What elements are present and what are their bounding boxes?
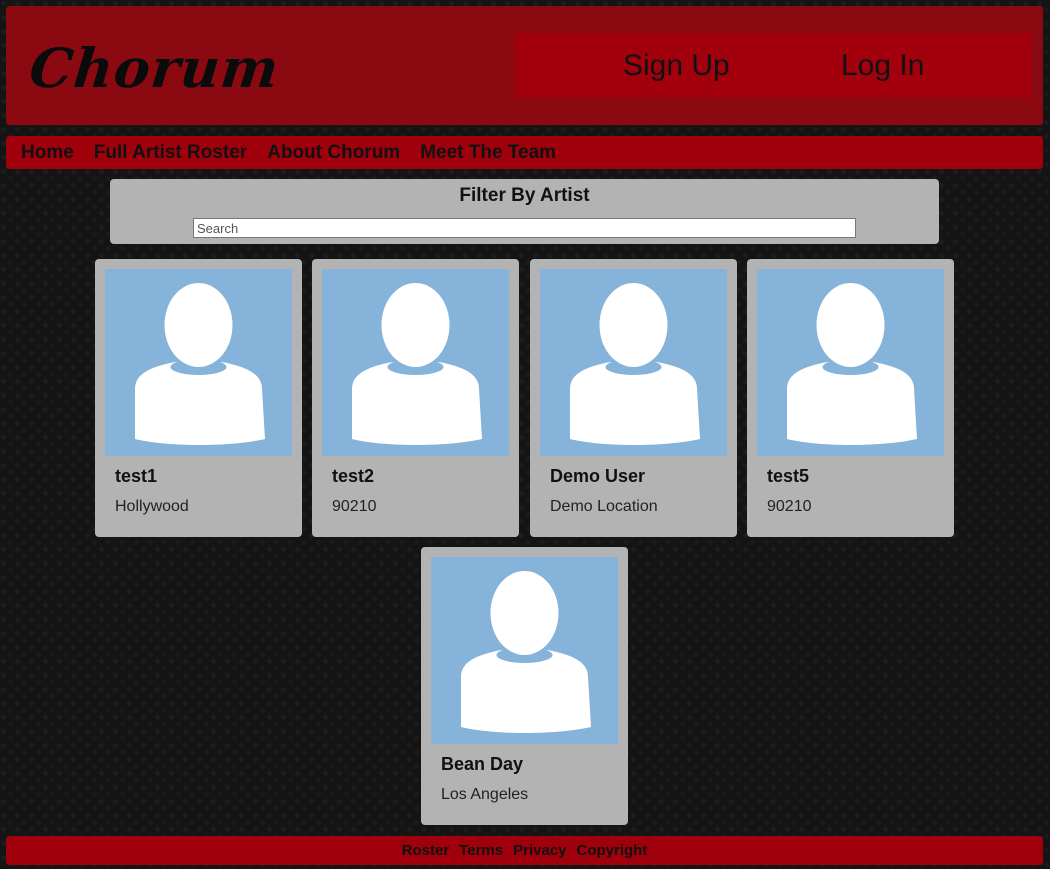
log-in-button[interactable]: Log In (841, 33, 924, 98)
site-header: Chorum Sign Up Log In (6, 6, 1043, 125)
artist-location: 90210 (332, 498, 377, 515)
artist-name: test2 (332, 466, 375, 486)
default-user-avatar-icon (105, 269, 292, 456)
nav-item-about-chorum[interactable]: About Chorum (267, 142, 400, 164)
default-user-avatar-icon (322, 269, 509, 456)
artist-name: Demo User (550, 466, 646, 486)
main-nav: Home Full Artist Roster About Chorum Mee… (6, 136, 1043, 169)
default-user-avatar-icon (431, 557, 618, 744)
footer-link-privacy[interactable]: Privacy (513, 842, 566, 859)
footer-link-terms[interactable]: Terms (459, 842, 503, 859)
artist-card[interactable]: test5 90210 (747, 259, 954, 537)
artist-name: Bean Day (441, 754, 524, 774)
artist-filter-panel: Filter By Artist (110, 179, 939, 244)
footer-link-roster[interactable]: Roster (402, 842, 450, 859)
footer-link-copyright[interactable]: Copyright (577, 842, 648, 859)
default-user-avatar-icon (757, 269, 944, 456)
nav-item-meet-the-team[interactable]: Meet The Team (420, 142, 556, 164)
default-user-avatar-icon (540, 269, 727, 456)
artist-card[interactable]: test1 Hollywood (95, 259, 302, 537)
artist-card[interactable]: test2 90210 (312, 259, 519, 537)
nav-item-home[interactable]: Home (21, 142, 74, 164)
artist-card[interactable]: Demo User Demo Location (530, 259, 737, 537)
auth-bar: Sign Up Log In (515, 33, 1032, 98)
artist-location: 90210 (767, 498, 812, 515)
chorum-logo[interactable]: Chorum (26, 28, 284, 108)
artist-card[interactable]: Bean Day Los Angeles (421, 547, 628, 825)
artist-location: Los Angeles (441, 786, 529, 803)
artist-name: test1 (115, 466, 158, 486)
artist-location: Hollywood (115, 498, 189, 515)
search-input[interactable] (193, 218, 856, 238)
site-footer: Roster Terms Privacy Copyright (6, 836, 1043, 865)
artist-location: Demo Location (550, 498, 658, 515)
filter-title: Filter By Artist (459, 185, 590, 206)
sign-up-button[interactable]: Sign Up (623, 33, 730, 98)
nav-item-full-artist-roster[interactable]: Full Artist Roster (94, 142, 247, 164)
artist-name: test5 (767, 466, 810, 486)
